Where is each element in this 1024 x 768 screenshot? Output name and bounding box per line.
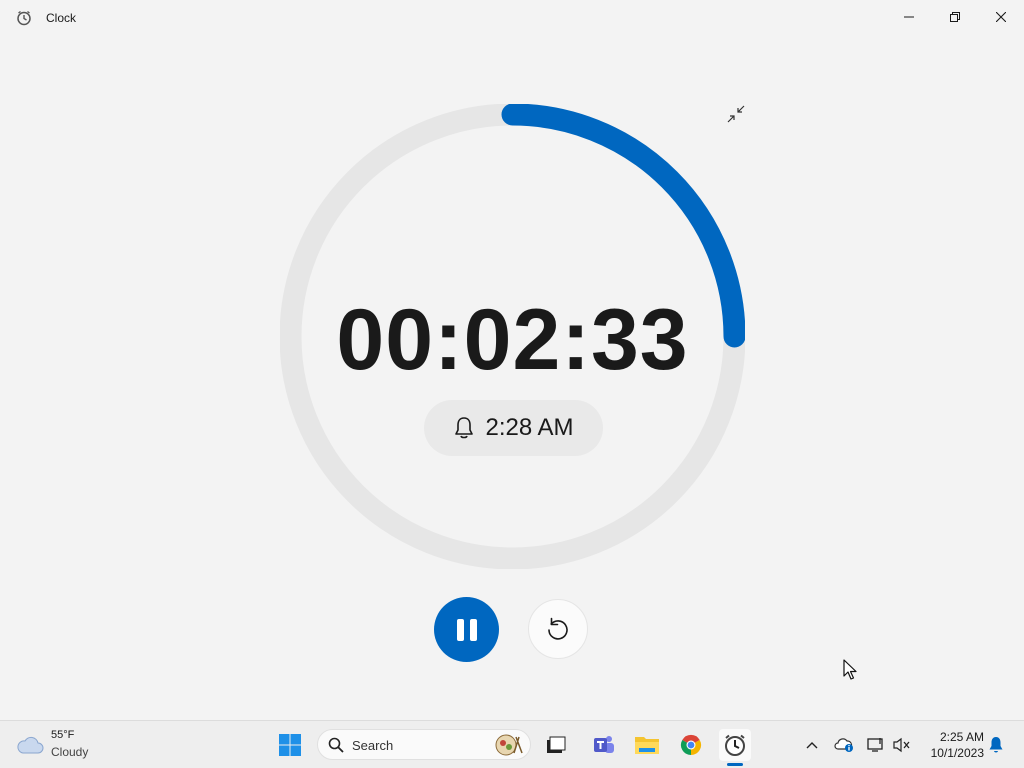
start-button[interactable] xyxy=(274,729,306,761)
timer-end-time: 2:28 AM xyxy=(424,400,603,456)
active-app-indicator xyxy=(727,763,743,766)
windows-start-icon xyxy=(279,734,301,756)
weather-temperature: 55°F xyxy=(51,729,75,741)
reset-button[interactable] xyxy=(528,599,588,659)
taskbar: 55°F Cloudy Search 2:25 AM 10/1/2023 xyxy=(0,720,1024,768)
teams-taskbar-button[interactable] xyxy=(588,729,620,761)
window-title: Clock xyxy=(46,11,77,25)
restore-icon xyxy=(950,12,960,22)
cloud-icon xyxy=(17,736,44,754)
taskbar-clock[interactable]: 2:25 AM 10/1/2023 xyxy=(918,729,984,761)
clock-taskbar-button[interactable] xyxy=(719,729,751,761)
teams-icon xyxy=(594,736,614,753)
search-label: Search xyxy=(352,738,394,753)
clock-app-icon xyxy=(16,10,32,26)
restore-button[interactable] xyxy=(932,0,978,34)
taskbar-date: 10/1/2023 xyxy=(930,746,984,760)
task-view-button[interactable] xyxy=(540,729,572,761)
file-explorer-taskbar-button[interactable] xyxy=(631,729,663,761)
network-tray-button[interactable] xyxy=(862,729,890,761)
search-highlight-icon xyxy=(495,734,523,756)
onedrive-status-icon xyxy=(834,738,853,752)
end-time-label: 2:28 AM xyxy=(485,414,574,441)
clock-icon xyxy=(725,734,745,756)
search-icon xyxy=(328,737,344,753)
task-view-icon xyxy=(547,736,566,753)
timer-remaining-time: 00:02:33 xyxy=(336,292,689,388)
pause-button[interactable] xyxy=(434,597,499,662)
volume-muted-icon xyxy=(893,737,910,753)
bell-icon xyxy=(455,417,474,439)
pause-icon xyxy=(456,618,477,641)
mouse-cursor-icon xyxy=(843,659,857,680)
minimize-icon xyxy=(904,16,914,18)
notifications-button[interactable] xyxy=(984,729,1008,761)
show-hidden-icons-button[interactable] xyxy=(797,729,827,761)
minimize-button[interactable] xyxy=(886,0,932,34)
notification-bell-icon xyxy=(989,737,1003,753)
close-icon xyxy=(996,12,1006,22)
title-bar: Clock xyxy=(0,0,1024,36)
weather-widget[interactable]: 55°F Cloudy xyxy=(16,729,106,761)
chrome-icon xyxy=(680,734,702,756)
volume-tray-button[interactable] xyxy=(888,729,916,761)
folder-icon xyxy=(635,737,659,754)
chrome-taskbar-button[interactable] xyxy=(675,729,707,761)
reset-icon xyxy=(548,617,568,640)
chevron-up-icon xyxy=(806,742,818,749)
network-icon xyxy=(867,738,883,752)
taskbar-time: 2:25 AM xyxy=(939,730,984,744)
close-button[interactable] xyxy=(978,0,1024,34)
weather-condition: Cloudy xyxy=(51,745,89,759)
taskbar-search-box[interactable]: Search xyxy=(317,729,531,760)
onedrive-tray-button[interactable] xyxy=(830,729,858,761)
